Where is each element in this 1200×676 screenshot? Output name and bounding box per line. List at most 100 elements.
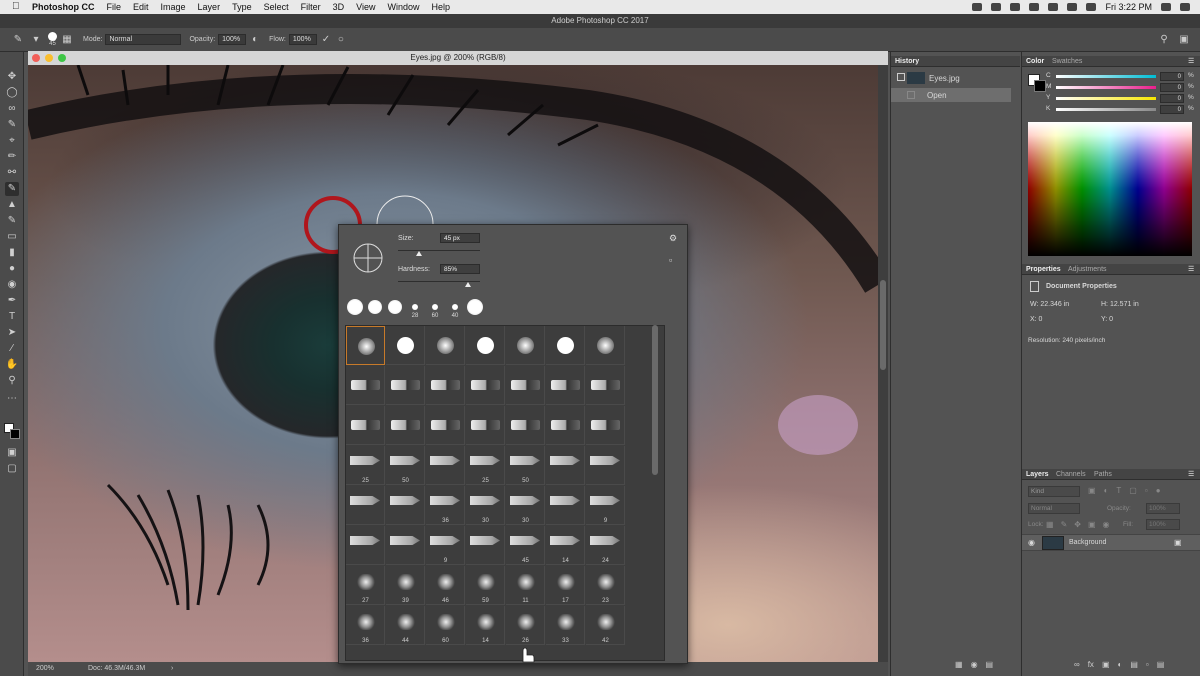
quick-select-tool-icon[interactable]: ✎	[5, 118, 19, 132]
blend-mode-select[interactable]: Normal	[1028, 503, 1080, 514]
channel-value[interactable]: 0	[1160, 72, 1184, 81]
volume-icon[interactable]	[1067, 3, 1078, 11]
layer-row-background[interactable]: ◉ Background ▣	[1022, 534, 1200, 551]
brush-preset-cell[interactable]	[466, 366, 505, 405]
brush-preset-cell[interactable]	[586, 406, 625, 445]
brush-tool-icon[interactable]: ✎	[5, 182, 19, 196]
channel-slider[interactable]	[1056, 86, 1156, 89]
brush-preset-cell[interactable]	[426, 326, 465, 365]
wifi-icon[interactable]	[1048, 3, 1059, 11]
brush-preset-cell[interactable]	[546, 486, 585, 525]
recent-brush-item[interactable]: 40	[445, 297, 465, 321]
gradient-tool-icon[interactable]: ▮	[5, 246, 19, 260]
new-preset-icon[interactable]: ▫	[669, 255, 672, 265]
trash-icon[interactable]: ▤	[986, 660, 994, 669]
minimize-window-button[interactable]	[45, 54, 53, 62]
brush-preset-cell[interactable]	[346, 326, 385, 365]
brush-preset-cell[interactable]	[546, 446, 585, 485]
layer-opacity-field[interactable]: 100%	[1146, 503, 1180, 514]
eraser-tool-icon[interactable]: ▭	[5, 230, 19, 244]
recent-brush-item[interactable]	[465, 297, 485, 321]
lock-all-icon[interactable]: ◉	[1103, 520, 1110, 529]
add-mask-icon[interactable]: ▣	[1102, 660, 1110, 669]
tab-layers[interactable]: Layers	[1026, 471, 1049, 478]
panel-menu-icon[interactable]: ☰	[1188, 470, 1194, 478]
brush-preset-cell[interactable]: 24	[586, 526, 625, 565]
trash-icon[interactable]: ▤	[1157, 660, 1165, 669]
layer-style-icon[interactable]: fx	[1088, 660, 1094, 669]
brush-preset-cell[interactable]	[346, 526, 385, 565]
apple-icon[interactable]: 	[12, 2, 22, 12]
history-state-row[interactable]: Open	[891, 88, 1011, 102]
brush-panel-icon[interactable]: ▦	[61, 34, 73, 46]
shape-filter-icon[interactable]: ▢	[1129, 486, 1137, 495]
tab-history[interactable]: History	[895, 58, 919, 65]
brush-preset-cell[interactable]: 60	[426, 606, 465, 645]
brush-preset-cell[interactable]: 36	[426, 486, 465, 525]
menu-window[interactable]: Window	[387, 2, 419, 12]
gear-icon[interactable]: ⚙	[669, 233, 677, 244]
filter-kind-select[interactable]: Kind	[1028, 486, 1080, 497]
zoom-level[interactable]: 200%	[36, 662, 54, 676]
menu-type[interactable]: Type	[232, 2, 252, 12]
brush-preset-cell[interactable]	[386, 366, 425, 405]
type-tool-icon[interactable]: T	[5, 310, 19, 324]
sync-icon[interactable]	[991, 3, 1002, 11]
tab-swatches[interactable]: Swatches	[1052, 58, 1082, 65]
mode-select[interactable]: Normal	[105, 34, 182, 45]
brush-preset-cell[interactable]	[386, 406, 425, 445]
smart-object-filter-icon[interactable]: ▫	[1145, 486, 1148, 495]
size-slider-thumb[interactable]	[415, 251, 422, 256]
move-tool-icon[interactable]: ✥	[5, 70, 19, 84]
brush-grid-scroll-thumb[interactable]	[652, 325, 658, 475]
brush-preset-picker[interactable]: 45	[48, 32, 57, 47]
tab-adjustments[interactable]: Adjustments	[1068, 266, 1107, 273]
pen-tool-icon[interactable]: ✒	[5, 294, 19, 308]
brush-preset-cell[interactable]	[466, 526, 505, 565]
path-select-icon[interactable]: ➤	[5, 326, 19, 340]
menu-view[interactable]: View	[356, 2, 375, 12]
brush-preset-cell[interactable]	[586, 366, 625, 405]
brush-preset-cell[interactable]: 50	[386, 446, 425, 485]
lasso-tool-icon[interactable]: ∞	[5, 102, 19, 116]
channel-value[interactable]: 0	[1160, 105, 1184, 114]
snapshot-brush-icon[interactable]	[897, 73, 905, 81]
marquee-tool-icon[interactable]: ◯	[5, 86, 19, 100]
chevron-right-icon[interactable]: ›	[171, 662, 173, 676]
brush-preset-cell[interactable]: 30	[506, 486, 545, 525]
blur-tool-icon[interactable]: ●	[5, 262, 19, 276]
brush-preset-cell[interactable]	[586, 326, 625, 365]
brush-preset-cell[interactable]: 42	[586, 606, 625, 645]
lock-pixels-icon[interactable]: ✎	[1061, 520, 1068, 529]
brush-preset-cell[interactable]	[506, 406, 545, 445]
brush-preset-cell[interactable]	[546, 406, 585, 445]
hardness-slider-thumb[interactable]	[464, 282, 471, 287]
type-filter-icon[interactable]: T	[1116, 486, 1121, 495]
workspace-icon[interactable]: ▣	[1178, 34, 1190, 46]
brush-preset-cell[interactable]	[386, 526, 425, 565]
brush-preset-cell[interactable]	[346, 486, 385, 525]
menu-edit[interactable]: Edit	[133, 2, 149, 12]
new-group-icon[interactable]: ▤	[1130, 660, 1138, 669]
hand-tool-icon[interactable]: ✋	[5, 358, 19, 372]
menu-filter[interactable]: Filter	[301, 2, 321, 12]
recent-brush-item[interactable]	[345, 297, 365, 321]
brush-preset-cell[interactable]: 44	[386, 606, 425, 645]
pixel-filter-icon[interactable]: ▣	[1088, 486, 1096, 495]
camera-icon[interactable]	[972, 3, 983, 11]
size-field[interactable]: 45 px	[440, 233, 480, 243]
channel-value[interactable]: 0	[1160, 94, 1184, 103]
brush-preset-cell[interactable]	[466, 326, 505, 365]
fill-field[interactable]: 100%	[1146, 519, 1180, 530]
brush-preset-cell[interactable]	[506, 326, 545, 365]
channel-slider[interactable]	[1056, 108, 1156, 111]
color-spectrum[interactable]	[1028, 122, 1192, 256]
background-color-swatch[interactable]	[10, 429, 20, 439]
lock-position-icon[interactable]: ✥	[1074, 520, 1081, 529]
history-snapshot-row[interactable]: Eyes.jpg	[891, 70, 1021, 87]
channel-slider[interactable]	[1056, 75, 1156, 78]
brush-preset-cell[interactable]	[426, 446, 465, 485]
scroll-thumb[interactable]	[880, 280, 886, 370]
recent-brush-item[interactable]	[385, 297, 405, 321]
menu-image[interactable]: Image	[161, 2, 186, 12]
